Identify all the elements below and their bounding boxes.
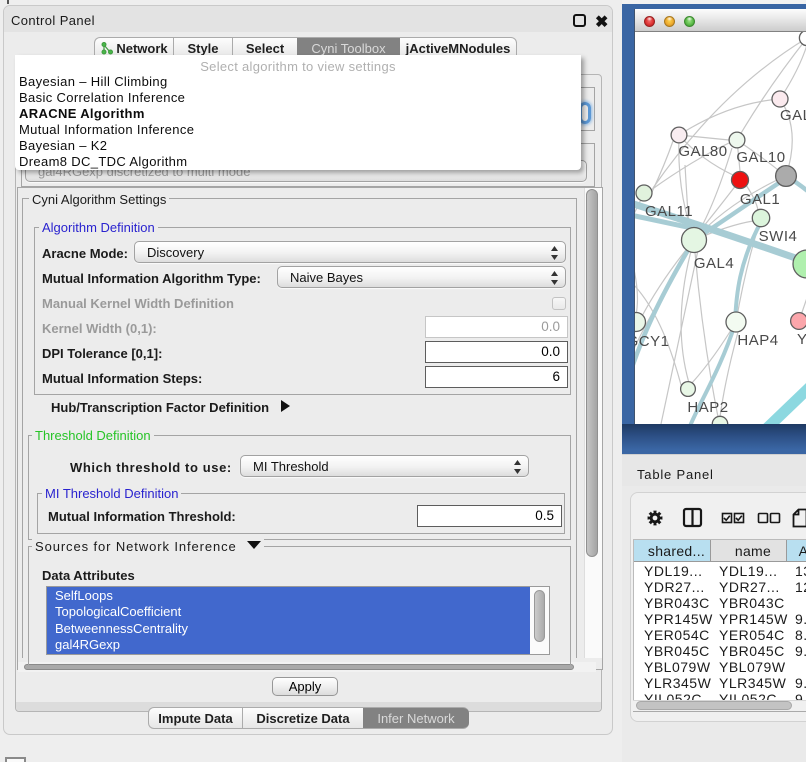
svg-text:HAP2: HAP2: [687, 399, 728, 416]
svg-text:GAL10: GAL10: [736, 149, 785, 166]
svg-text:GAL11: GAL11: [645, 203, 693, 220]
svg-text:Y: Y: [797, 331, 806, 348]
svg-text:HAP4: HAP4: [737, 332, 778, 349]
svg-text:GAL80: GAL80: [678, 143, 727, 160]
svg-text:GAL4: GAL4: [694, 255, 734, 272]
svg-text:SWI4: SWI4: [759, 228, 798, 245]
svg-text:GAL1: GAL1: [740, 191, 780, 208]
svg-text:GAL: GAL: [780, 107, 806, 124]
svg-text:GCY1: GCY1: [635, 333, 669, 350]
